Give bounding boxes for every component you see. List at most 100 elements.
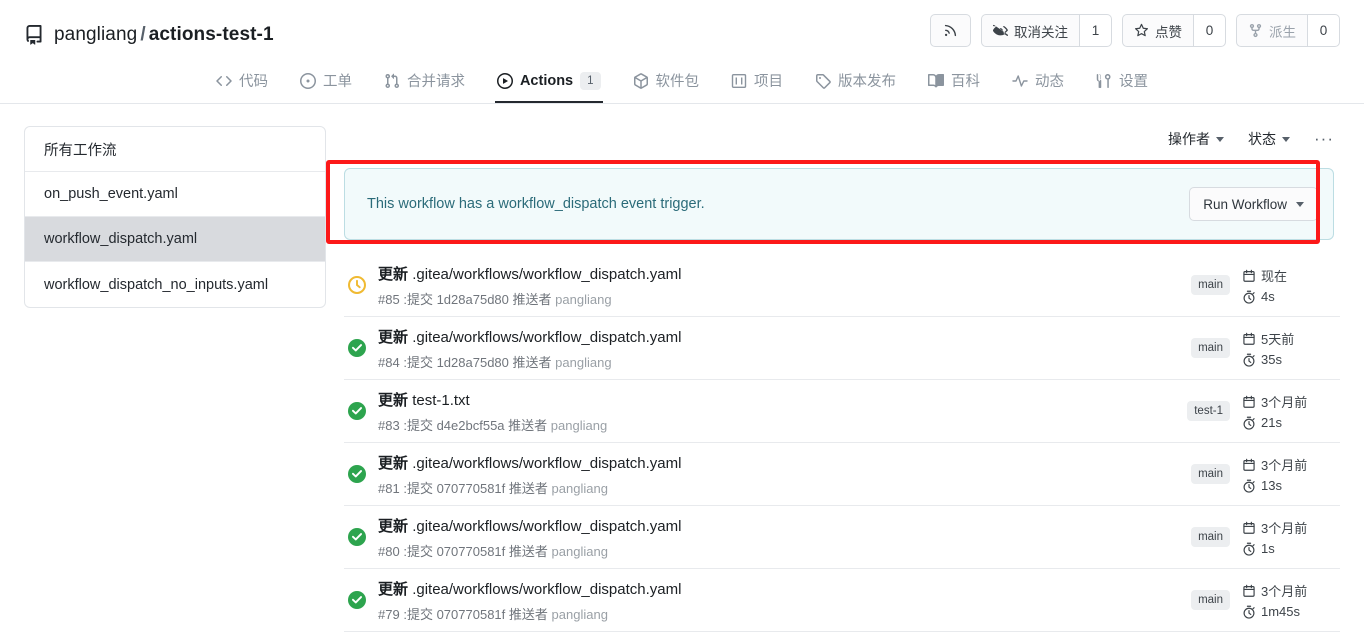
run-commit-sha[interactable]: 070770581f <box>437 544 506 559</box>
run-commit-sha[interactable]: d4e2bcf55a <box>437 418 505 433</box>
run-title-path: .gitea/workflows/workflow_dispatch.yaml <box>412 328 682 346</box>
run-duration: 1m45s <box>1242 604 1334 619</box>
tab-releases[interactable]: 版本发布 <box>813 60 898 103</box>
tab-projects[interactable]: 项目 <box>729 60 785 103</box>
run-pusher[interactable]: pangliang <box>552 544 608 559</box>
stopwatch-icon <box>1242 416 1256 430</box>
run-branch-badge[interactable]: main <box>1191 275 1230 295</box>
workflow-run-row[interactable]: 更新 .gitea/workflows/workflow_dispatch.ya… <box>344 254 1340 317</box>
tab-issues[interactable]: 工单 <box>298 60 354 103</box>
run-workflow-button[interactable]: Run Workflow <box>1189 187 1318 221</box>
unwatch-button[interactable]: 取消关注 <box>981 14 1079 47</box>
run-subtitle: #79 :提交 070770581f 推送者 pangliang <box>378 604 1191 623</box>
watch-count[interactable]: 1 <box>1079 14 1112 47</box>
tab-packages[interactable]: 软件包 <box>631 60 702 103</box>
sidebar-item-on-push-event[interactable]: on_push_event.yaml <box>25 172 325 217</box>
run-info: 更新 .gitea/workflows/workflow_dispatch.ya… <box>378 452 1191 497</box>
tab-pull-requests[interactable]: 合并请求 <box>382 60 467 103</box>
workflow-run-row[interactable]: 更新 .gitea/workflows/workflow_dispatch.ya… <box>344 506 1340 569</box>
run-branch-badge[interactable]: main <box>1191 527 1230 547</box>
fork-icon <box>1248 23 1263 38</box>
sidebar-item-workflow-dispatch[interactable]: workflow_dispatch.yaml <box>25 217 325 262</box>
run-pusher[interactable]: pangliang <box>552 607 608 622</box>
run-title-prefix: 更新 <box>378 265 409 283</box>
run-info: 更新 .gitea/workflows/workflow_dispatch.ya… <box>378 263 1191 308</box>
run-subtitle: #81 :提交 070770581f 推送者 pangliang <box>378 478 1191 497</box>
more-options-button[interactable]: ··· <box>1314 130 1334 147</box>
tab-settings[interactable]: 设置 <box>1094 60 1150 103</box>
workflow-run-row[interactable]: 更新 .gitea/workflows/workflow_dispatch.ya… <box>344 317 1340 380</box>
run-number: #79 <box>378 606 400 622</box>
run-pusher[interactable]: pangliang <box>552 481 608 496</box>
run-pusher[interactable]: pangliang <box>555 355 611 370</box>
tab-pull-requests-label: 合并请求 <box>406 74 465 90</box>
tab-actions[interactable]: Actions 1 <box>494 60 603 103</box>
rss-button[interactable] <box>930 14 971 47</box>
fork-button[interactable]: 派生 <box>1236 14 1307 47</box>
run-timestamp: 3个月前 <box>1242 455 1334 474</box>
workflow-run-row[interactable]: 更新 .gitea/workflows/workflow_dispatch.ya… <box>344 569 1340 632</box>
run-title[interactable]: 更新 .gitea/workflows/workflow_dispatch.ya… <box>378 578 1191 599</box>
run-timestamp-text: 3个月前 <box>1261 458 1308 473</box>
status-filter-label: 状态 <box>1248 131 1277 147</box>
run-title[interactable]: 更新 .gitea/workflows/workflow_dispatch.ya… <box>378 515 1191 536</box>
book-icon <box>928 73 945 89</box>
repo-name-link[interactable]: actions-test-1 <box>149 24 274 45</box>
run-subtitle: #85 :提交 1d28a75d80 推送者 pangliang <box>378 289 1191 308</box>
calendar-icon <box>1242 458 1256 472</box>
tab-wiki[interactable]: 百科 <box>926 60 982 103</box>
repo-owner-link[interactable]: pangliang <box>54 24 137 45</box>
calendar-icon <box>1242 395 1256 409</box>
issue-icon <box>299 72 316 89</box>
run-times: 3个月前 21s <box>1242 392 1334 430</box>
run-commit-label: :提交 <box>403 543 433 559</box>
calendar-icon <box>1242 269 1256 283</box>
run-title[interactable]: 更新 .gitea/workflows/workflow_dispatch.ya… <box>378 326 1191 347</box>
run-title[interactable]: 更新 .gitea/workflows/workflow_dispatch.ya… <box>378 263 1191 284</box>
tab-activity[interactable]: 动态 <box>1010 60 1066 103</box>
run-info: 更新 test-1.txt #83 :提交 d4e2bcf55a 推送者 pang… <box>378 389 1187 434</box>
run-meta: main 3个月前 13s <box>1191 455 1334 493</box>
run-commit-sha[interactable]: 1d28a75d80 <box>437 292 509 307</box>
run-branch-badge[interactable]: test-1 <box>1187 401 1230 421</box>
run-title-prefix: 更新 <box>378 328 409 346</box>
run-times: 3个月前 13s <box>1242 455 1334 493</box>
rss-icon <box>943 23 958 38</box>
run-branch-badge[interactable]: main <box>1191 590 1230 610</box>
run-duration-text: 21s <box>1261 415 1282 430</box>
tab-projects-label: 项目 <box>754 74 784 90</box>
workflow-run-row[interactable]: 更新 test-1.txt #83 :提交 d4e2bcf55a 推送者 pang… <box>344 380 1340 443</box>
star-count[interactable]: 0 <box>1193 14 1226 47</box>
run-branch-badge[interactable]: main <box>1191 338 1230 358</box>
workflow-run-list: 更新 .gitea/workflows/workflow_dispatch.ya… <box>344 254 1340 632</box>
tab-actions-badge: 1 <box>580 71 601 90</box>
tab-code[interactable]: 代码 <box>214 60 270 103</box>
run-branch-badge[interactable]: main <box>1191 464 1230 484</box>
status-filter[interactable]: 状态 <box>1248 129 1291 149</box>
run-pusher[interactable]: pangliang <box>555 292 611 307</box>
run-title[interactable]: 更新 test-1.txt <box>378 389 1187 410</box>
run-pusher[interactable]: pangliang <box>551 418 607 433</box>
run-commit-sha[interactable]: 070770581f <box>437 607 506 622</box>
sidebar-item-workflow-dispatch-no-inputs[interactable]: workflow_dispatch_no_inputs.yaml <box>25 262 325 307</box>
code-icon <box>216 73 232 89</box>
run-commit-sha[interactable]: 1d28a75d80 <box>437 355 509 370</box>
fork-button-group: 派生 0 <box>1236 14 1340 47</box>
actor-filter[interactable]: 操作者 <box>1168 129 1225 149</box>
run-title[interactable]: 更新 .gitea/workflows/workflow_dispatch.ya… <box>378 452 1191 473</box>
run-number: #83 <box>378 417 400 433</box>
workflow-run-row[interactable]: 更新 .gitea/workflows/workflow_dispatch.ya… <box>344 443 1340 506</box>
run-pusher-label: 推送者 <box>508 417 548 433</box>
chevron-down-icon <box>1296 201 1304 207</box>
star-button[interactable]: 点赞 <box>1122 14 1193 47</box>
fork-count[interactable]: 0 <box>1307 14 1340 47</box>
run-title-path: test-1.txt <box>412 391 470 409</box>
run-title-prefix: 更新 <box>378 517 409 535</box>
run-number: #84 <box>378 354 400 370</box>
run-subtitle: #83 :提交 d4e2bcf55a 推送者 pangliang <box>378 415 1187 434</box>
run-subtitle: #84 :提交 1d28a75d80 推送者 pangliang <box>378 352 1191 371</box>
run-commit-sha[interactable]: 070770581f <box>437 481 506 496</box>
sidebar-header-all-workflows[interactable]: 所有工作流 <box>25 127 325 172</box>
run-timestamp: 3个月前 <box>1242 518 1334 537</box>
run-timestamp-text: 5天前 <box>1261 332 1295 347</box>
